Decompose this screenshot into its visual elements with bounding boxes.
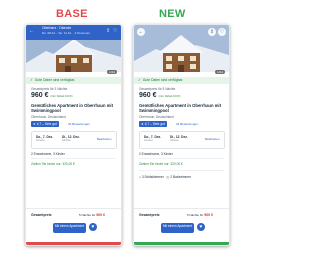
new-indicator: [134, 242, 229, 245]
new-label: NEW: [159, 8, 186, 20]
divider: [139, 170, 224, 171]
divider: [31, 158, 116, 159]
edit-dates-link[interactable]: Bearbeiten: [205, 137, 220, 141]
photo-counter: 1/14: [107, 70, 117, 74]
share-icon[interactable]: ⇪: [208, 28, 216, 36]
reviews-link[interactable]: 32 Bewertungen: [176, 122, 198, 126]
price: 960 € (inkl. Rabatt 160 €): [139, 92, 180, 99]
checkout: Di., 12. Dez. Abreise: [62, 135, 80, 142]
bed-icon: ⌂: [139, 175, 141, 179]
dates-box[interactable]: Do., 7. Dez. Anreise Di., 12. Dez. Abrei…: [139, 131, 225, 149]
booking-footer: Gesamtpreis 5 Nächte für 960 € Mit einem…: [26, 208, 121, 245]
rating-badge: ★ 4,7 – Sehr gut: [31, 121, 59, 127]
total-price: 5 Nächte für 960 €: [187, 213, 213, 217]
checkout-label: Abreise: [62, 139, 71, 142]
star-icon: ★: [33, 122, 36, 126]
search-summary-bar[interactable]: ← Oberharz · Ostrode Do. 08.12. - So. 11…: [26, 25, 121, 40]
total-nights: 5 Nächte für: [79, 213, 96, 217]
payment-note: Zahlen Sie heute nur: 320,00 €: [139, 162, 183, 166]
amenity-bathrooms: 2 Badezimmer: [170, 175, 191, 179]
dates-box[interactable]: Do., 7. Dez. Anreise Di., 12. Dez. Abrei…: [31, 131, 117, 149]
price-value: 960 €: [31, 92, 49, 99]
checkout-label: Abreise: [170, 139, 179, 142]
new-screen: ← ⇪ ♡ 1/14 ✓ Gute Daten sind verfügbar. …: [133, 24, 230, 246]
checkin-label: Anreise: [144, 139, 153, 142]
guests-text[interactable]: 2 Erwachsene, 3 Kinder: [139, 152, 173, 156]
back-arrow-icon[interactable]: ←: [137, 28, 145, 36]
payment-note: Zahlen Sie heute nur: 320,00 €: [31, 162, 75, 166]
checkout: Di., 12. Dez. Abreise: [170, 135, 188, 142]
listing-title: Gemütliches Apartment in Oberrhaun mit S…: [31, 103, 113, 113]
checkmark-icon: ✓: [138, 78, 141, 82]
availability-banner: ✓ Gute Daten sind verfügbar.: [26, 77, 121, 84]
amenities-row: ⌂ 3 Schlafzimmer ◫ 2 Badezimmer: [139, 175, 191, 179]
booking-footer: Gesamtpreis 5 Nächte für 960 € Mit einem…: [134, 208, 229, 245]
rating-text: 4,7 – Sehr gut: [144, 122, 165, 126]
amenity-bedrooms: 3 Schlafzimmer: [141, 175, 164, 179]
price: 960 € (inkl. Rabatt 160 €): [31, 92, 72, 99]
base-screen: ← Oberharz · Ostrode Do. 08.12. - So. 11…: [25, 24, 122, 246]
total-label: Gesamtpreis: [139, 213, 160, 217]
checkin: Do., 7. Dez. Anreise: [36, 135, 53, 142]
heart-icon[interactable]: ♡: [218, 28, 226, 36]
availability-text: Gute Daten sind verfügbar.: [142, 78, 184, 82]
total-amount: 960 €: [96, 213, 106, 217]
price-note: (inkl. Rabatt 160 €): [50, 95, 73, 98]
heart-icon: ♥: [91, 224, 95, 230]
price-note: (inkl. Rabatt 160 €): [158, 95, 181, 98]
hero-image[interactable]: ← ⇪ ♡ 1/14: [134, 25, 229, 77]
rating-text: 4,7 – Sehr gut: [36, 122, 57, 126]
book-button[interactable]: Mit einem Apartment: [53, 223, 86, 233]
total-nights: 5 Nächte für: [187, 213, 204, 217]
back-arrow-icon[interactable]: ←: [29, 29, 34, 34]
listing-title: Gemütliches Apartment in Oberrhaun mit S…: [139, 103, 221, 113]
duration-text: Gesamtpreis für 3 Nächte: [31, 87, 68, 91]
total-price: 5 Nächte für 960 €: [79, 213, 105, 217]
divider: [139, 158, 224, 159]
star-icon: ★: [141, 122, 144, 126]
base-label: BASE: [56, 8, 88, 20]
photo-counter: 1/14: [215, 70, 225, 74]
edit-dates-link[interactable]: Bearbeiten: [97, 137, 112, 141]
share-icon[interactable]: ⇪: [106, 29, 110, 34]
location-text: Oberrhaun, Deutschland: [139, 115, 174, 119]
destination-text: Oberharz · Ostrode: [42, 26, 72, 30]
availability-text: Gute Daten sind verfügbar.: [34, 78, 76, 82]
heart-icon: ♥: [199, 224, 203, 230]
book-button[interactable]: Mit einem Apartment: [161, 223, 194, 233]
total-label: Gesamtpreis: [31, 213, 52, 217]
checkin-label: Anreise: [36, 139, 45, 142]
total-amount: 960 €: [204, 213, 214, 217]
guests-text[interactable]: 2 Erwachsene, 3 Kinder: [31, 152, 65, 156]
base-indicator: [26, 242, 121, 245]
hero-image[interactable]: ← Oberharz · Ostrode Do. 08.12. - So. 11…: [26, 25, 121, 77]
reviews-link[interactable]: 32 Bewertungen: [68, 122, 90, 126]
availability-banner: ✓ Gute Daten sind verfügbar.: [134, 77, 229, 84]
rating-badge: ★ 4,7 – Sehr gut: [139, 121, 167, 127]
price-value: 960 €: [139, 92, 157, 99]
dates-text: Do. 08.12. - So. 11.12. · 2 Personen: [42, 31, 90, 35]
checkin: Do., 7. Dez. Anreise: [144, 135, 161, 142]
checkmark-icon: ✓: [30, 78, 33, 82]
favorite-button[interactable]: ♥: [197, 223, 205, 231]
heart-icon[interactable]: ♡: [113, 29, 117, 34]
favorite-button[interactable]: ♥: [89, 223, 97, 231]
duration-text: Gesamtpreis für 5 Nächte: [139, 87, 176, 91]
location-text: Oberrhaun, Deutschland: [31, 115, 66, 119]
